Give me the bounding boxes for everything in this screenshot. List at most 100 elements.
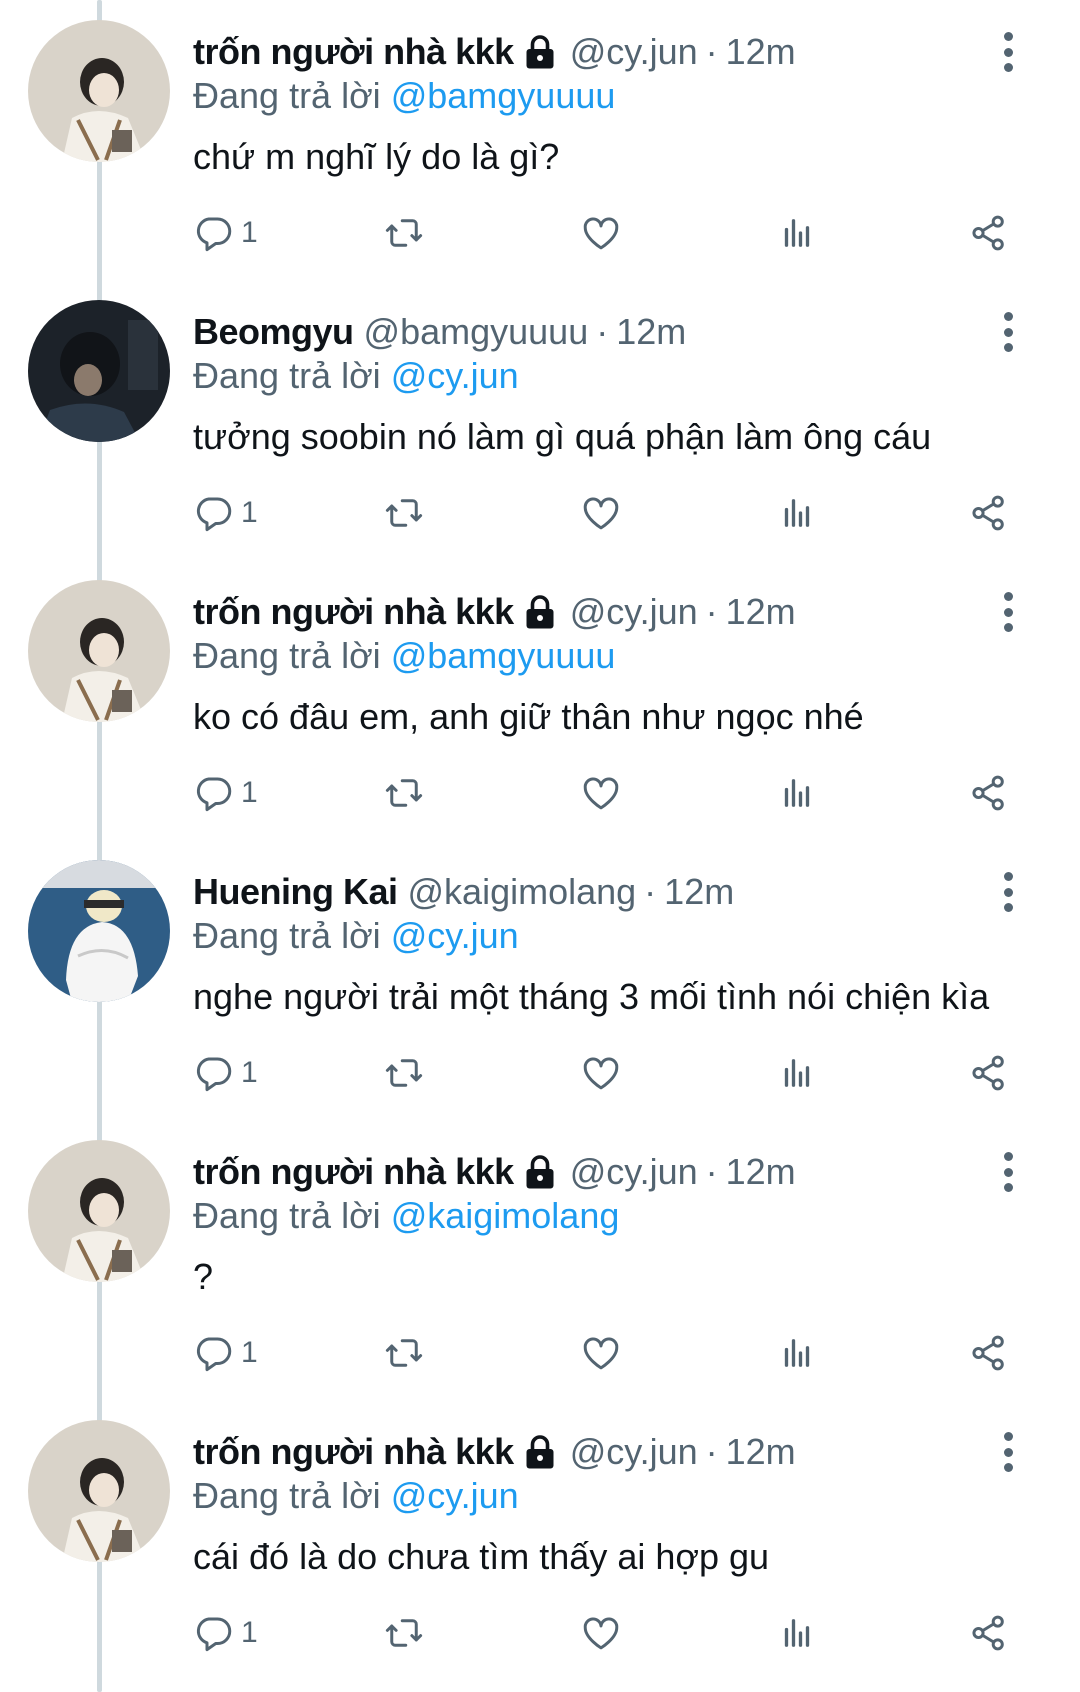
replying-to-label: Đang trả lời: [193, 915, 381, 956]
views-button[interactable]: [776, 1048, 818, 1098]
user-handle[interactable]: @kaigimolang: [408, 868, 637, 916]
timestamp[interactable]: 12m: [726, 1428, 796, 1476]
like-button[interactable]: [580, 1328, 622, 1378]
views-button[interactable]: [776, 488, 818, 538]
user-handle[interactable]: @cy.jun: [570, 1148, 698, 1196]
heart-icon: [583, 1617, 619, 1650]
avatar[interactable]: [28, 1140, 170, 1282]
reply-button[interactable]: 1: [193, 768, 258, 818]
avatar[interactable]: [28, 860, 170, 1002]
display-name[interactable]: trốn người nhà kkk: [193, 588, 514, 636]
avatar[interactable]: [28, 1420, 170, 1562]
more-options-button[interactable]: [996, 588, 1020, 636]
user-handle[interactable]: @cy.jun: [570, 1428, 698, 1476]
retweet-icon: [385, 219, 423, 247]
share-button[interactable]: [968, 488, 1010, 538]
like-button[interactable]: [580, 1048, 622, 1098]
retweet-button[interactable]: [383, 1608, 425, 1658]
share-button[interactable]: [968, 1328, 1010, 1378]
reply-button[interactable]: 1: [193, 1608, 258, 1658]
like-button[interactable]: [580, 488, 622, 538]
reply-icon: [196, 497, 232, 532]
share-button[interactable]: [968, 768, 1010, 818]
timestamp[interactable]: 12m: [726, 588, 796, 636]
action-bar: 1: [193, 208, 1023, 258]
reply-button[interactable]: 1: [193, 1048, 258, 1098]
retweet-button[interactable]: [383, 208, 425, 258]
tweet[interactable]: trốn người nhà kkk @cy.jun · 12m Đang tr…: [0, 1400, 1080, 1680]
display-name[interactable]: trốn người nhà kkk: [193, 28, 514, 76]
separator-dot: ·: [644, 871, 657, 912]
retweet-icon: [385, 1059, 423, 1087]
user-handle[interactable]: @cy.jun: [570, 28, 698, 76]
reply-icon: [196, 217, 232, 252]
replying-to-mention[interactable]: @cy.jun: [391, 355, 519, 396]
avatar[interactable]: [28, 20, 170, 162]
lock-icon: [522, 34, 558, 70]
tweet[interactable]: trốn người nhà kkk @cy.jun · 12m Đang tr…: [0, 1120, 1080, 1400]
user-handle[interactable]: @cy.jun: [570, 588, 698, 636]
more-options-button[interactable]: [996, 1148, 1020, 1196]
separator-dot: ·: [705, 1151, 718, 1192]
display-name[interactable]: Beomgyu: [193, 308, 354, 356]
retweet-button[interactable]: [383, 1328, 425, 1378]
tweet-text: chứ m nghĩ lý do là gì?: [193, 136, 560, 177]
analytics-icon: [784, 219, 810, 247]
avatar[interactable]: [28, 300, 170, 442]
views-button[interactable]: [776, 208, 818, 258]
timestamp[interactable]: 12m: [616, 308, 686, 356]
reply-button[interactable]: 1: [193, 208, 258, 258]
reply-count: 1: [241, 1056, 258, 1089]
tweet-text: cái đó là do chưa tìm thấy ai hợp gu: [193, 1536, 770, 1577]
like-button[interactable]: [580, 208, 622, 258]
share-button[interactable]: [968, 208, 1010, 258]
reply-thread: trốn người nhà kkk @cy.jun · 12m Đang tr…: [0, 0, 1080, 1692]
share-icon: [972, 1335, 1004, 1371]
retweet-button[interactable]: [383, 1048, 425, 1098]
separator-dot: ·: [705, 31, 718, 72]
replying-to-mention[interactable]: @kaigimolang: [391, 1195, 620, 1236]
display-name[interactable]: trốn người nhà kkk: [193, 1428, 514, 1476]
views-button[interactable]: [776, 1608, 818, 1658]
share-button[interactable]: [968, 1608, 1010, 1658]
tweet-header: Beomgyu @bamgyuuuu · 12m: [193, 308, 686, 356]
views-button[interactable]: [776, 768, 818, 818]
timestamp[interactable]: 12m: [726, 1148, 796, 1196]
retweet-button[interactable]: [383, 488, 425, 538]
display-name[interactable]: trốn người nhà kkk: [193, 1148, 514, 1196]
replying-to-label: Đang trả lời: [193, 1195, 381, 1236]
lock-icon: [522, 1154, 558, 1190]
reply-button[interactable]: 1: [193, 1328, 258, 1378]
replying-to-mention[interactable]: @cy.jun: [391, 915, 519, 956]
replying-to-mention[interactable]: @bamgyuuuu: [391, 75, 616, 116]
share-icon: [972, 495, 1004, 531]
share-icon: [972, 1615, 1004, 1651]
more-options-button[interactable]: [996, 868, 1020, 916]
user-handle[interactable]: @bamgyuuuu: [364, 308, 589, 356]
timestamp[interactable]: 12m: [726, 28, 796, 76]
display-name[interactable]: Huening Kai: [193, 868, 398, 916]
like-button[interactable]: [580, 768, 622, 818]
tweet[interactable]: trốn người nhà kkk @cy.jun · 12m Đang tr…: [0, 560, 1080, 840]
views-button[interactable]: [776, 1328, 818, 1378]
replying-to-label: Đang trả lời: [193, 1475, 381, 1516]
share-icon: [972, 215, 1004, 251]
avatar[interactable]: [28, 580, 170, 722]
tweet[interactable]: Beomgyu @bamgyuuuu · 12m Đang trả lời @c…: [0, 280, 1080, 560]
timestamp[interactable]: 12m: [664, 868, 734, 916]
retweet-button[interactable]: [383, 768, 425, 818]
reply-button[interactable]: 1: [193, 488, 258, 538]
more-options-button[interactable]: [996, 308, 1020, 356]
replying-to-mention[interactable]: @bamgyuuuu: [391, 635, 616, 676]
like-button[interactable]: [580, 1608, 622, 1658]
action-bar: 1: [193, 1048, 1023, 1098]
share-button[interactable]: [968, 1048, 1010, 1098]
more-options-button[interactable]: [996, 28, 1020, 76]
replying-to-mention[interactable]: @cy.jun: [391, 1475, 519, 1516]
tweet[interactable]: Huening Kai @kaigimolang · 12m Đang trả …: [0, 840, 1080, 1120]
more-options-button[interactable]: [996, 1428, 1020, 1476]
tweet-header: trốn người nhà kkk @cy.jun · 12m: [193, 1428, 796, 1476]
heart-icon: [583, 1337, 619, 1370]
tweet[interactable]: trốn người nhà kkk @cy.jun · 12m Đang tr…: [0, 0, 1080, 280]
tweet-header: trốn người nhà kkk @cy.jun · 12m: [193, 588, 796, 636]
